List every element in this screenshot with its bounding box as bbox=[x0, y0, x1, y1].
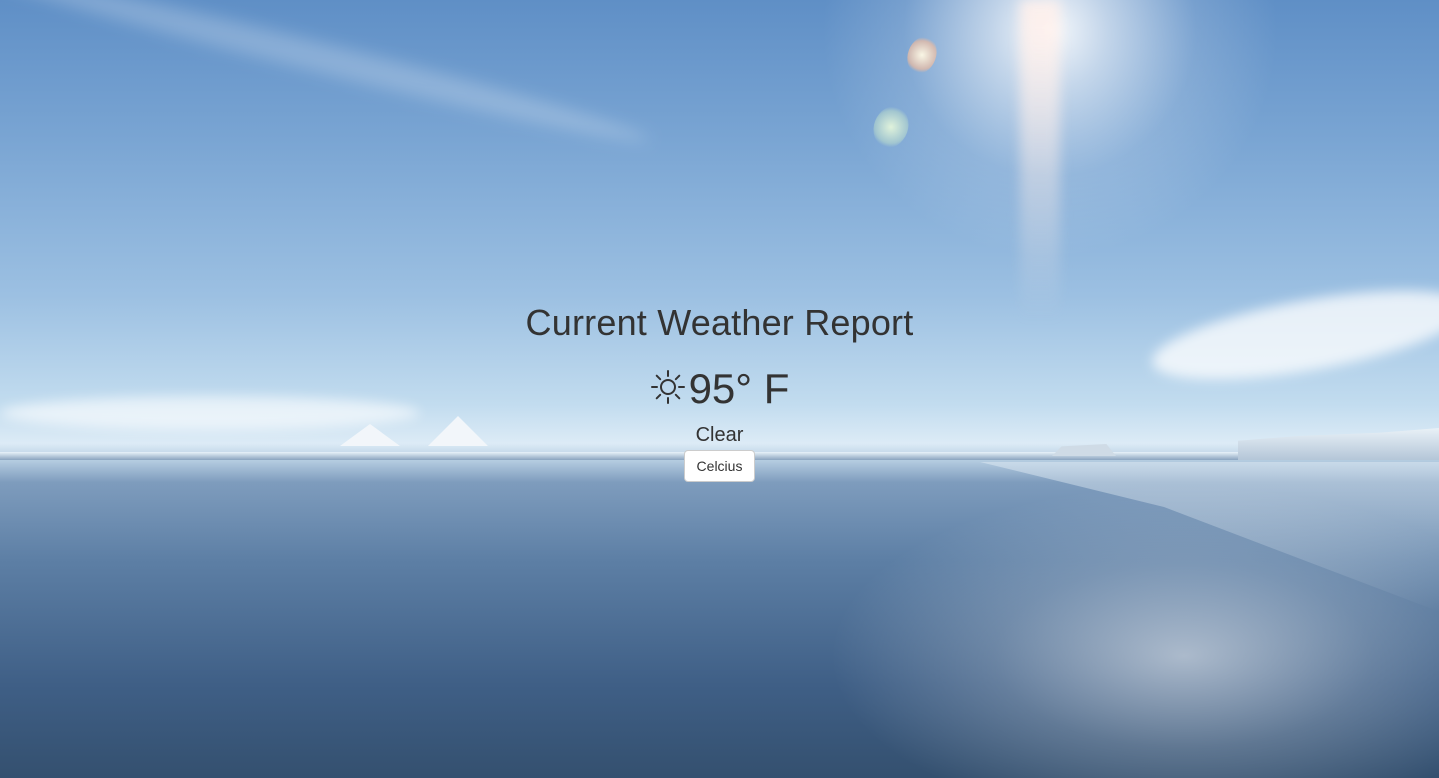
temperature-value: 95° F bbox=[688, 365, 790, 412]
sun-icon bbox=[650, 370, 685, 404]
water-glare bbox=[800, 470, 1439, 778]
cloud bbox=[0, 0, 654, 155]
weather-condition: Clear bbox=[695, 424, 744, 446]
temperature-row: 95° F bbox=[0, 364, 1439, 414]
sun-beam bbox=[1020, 0, 1060, 320]
page-title: Current Weather Report bbox=[525, 302, 914, 343]
weather-report-panel: Current Weather Report 95° F Clear Celci… bbox=[0, 300, 1439, 482]
unit-toggle-button[interactable]: Celcius bbox=[683, 450, 756, 482]
background-landscape-image: Current Weather Report 95° F Clear Celci… bbox=[0, 0, 1439, 778]
